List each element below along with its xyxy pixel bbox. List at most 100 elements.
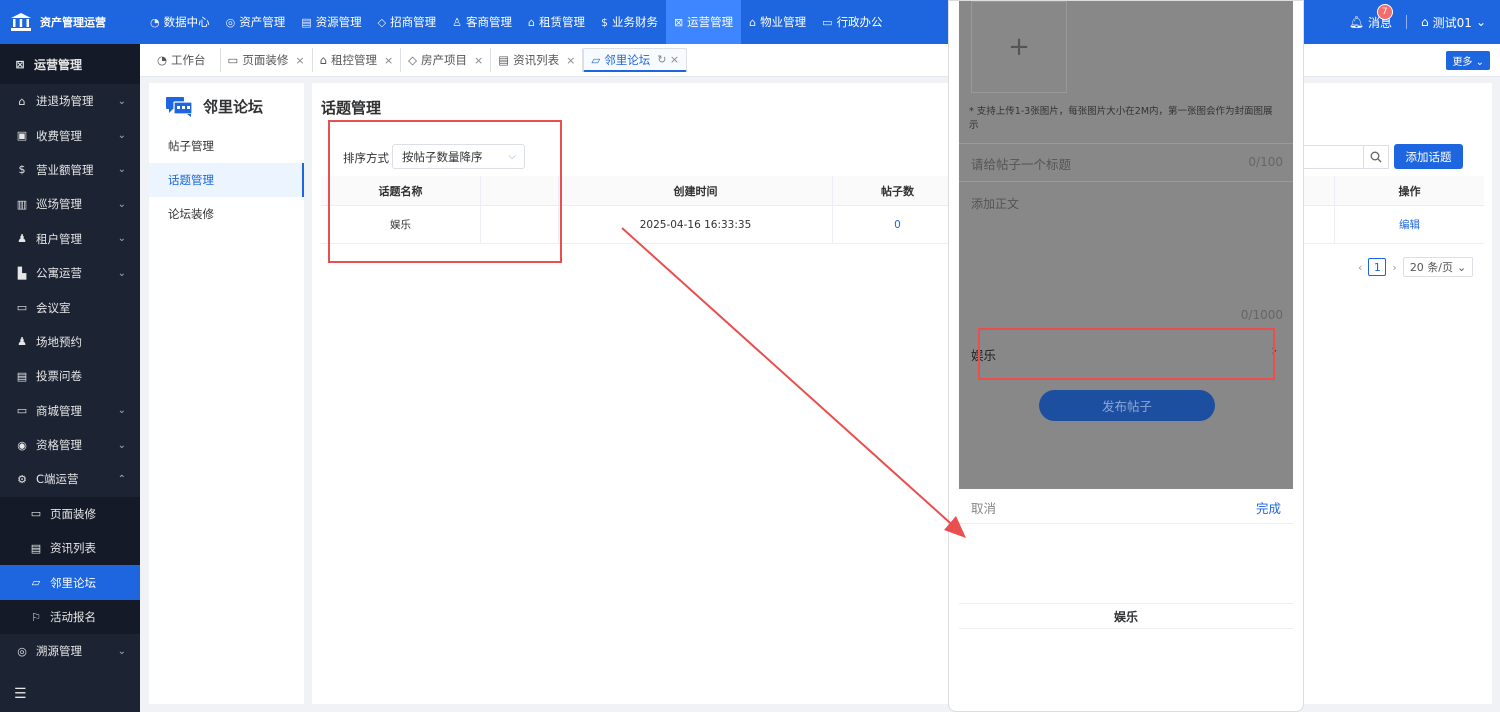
close-icon[interactable]: × [566,54,575,67]
operations-icon: ⊠ [15,57,25,71]
tab-label: 资讯列表 [513,53,560,67]
page-title: 话题管理 [321,99,382,117]
tab-label: 工作台 [171,53,206,67]
topic-created: 2025-04-16 16:33:35 [559,206,833,243]
topnav-asset[interactable]: ◎ 资产管理 [218,0,294,44]
collapse-menu-icon[interactable]: ☰ [14,686,27,702]
sidebar-item[interactable]: ▥ 巡场管理 ⌄ [0,187,140,221]
brand[interactable]: 资产管理运营 [0,0,140,44]
topnav-admin[interactable]: ▭ 行政办公 [814,0,890,44]
picker-done-button[interactable]: 完成 [1256,498,1281,517]
topnav-lease[interactable]: ⌂ 租赁管理 [520,0,593,44]
topnav-merchant[interactable]: ♙ 客商管理 [444,0,520,44]
sidebar-item[interactable]: ▙ 公寓运营 ⌄ [0,256,140,290]
messages-button[interactable]: 🔔︎ 消息 7 [1349,3,1393,31]
page-number[interactable]: 1 [1368,258,1387,276]
nav-topic-management[interactable]: 话题管理 [149,163,304,197]
sidebar-item[interactable]: ⚙ C端运营 ⌃ [0,462,140,496]
sidebar-item[interactable]: ▭ 会议室 [0,290,140,324]
picker-cancel-button[interactable]: 取消 [971,498,996,517]
chevron-icon: ⌄ [117,198,126,210]
divider [959,143,1293,144]
nav-forum-decoration[interactable]: 论坛装修 [149,197,304,231]
sidebar-subitem[interactable]: ▤ 资讯列表 [0,531,140,566]
tab-label: 页面装修 [242,53,289,67]
post-body-input[interactable]: 添加正文 [971,195,1019,212]
sidebar-item[interactable]: ♟ 租户管理 ⌄ [0,222,140,256]
next-page-icon[interactable]: › [1392,261,1396,274]
user-menu[interactable]: ⌂ 测试01 ⌄ [1421,14,1486,31]
more-tabs-button[interactable]: 更多 ⌄ [1446,51,1490,70]
upload-tip: * 支持上传1-3张图片，每张图片大小在2M内，第一张图会作为封面图展示 [969,106,1273,131]
post-title-input[interactable]: 请给帖子一个标题 [971,154,1071,173]
picker-option[interactable]: 娱乐 [959,603,1293,629]
page-size-select[interactable]: 20 条/页 ⌄ [1402,257,1474,277]
sidebar-subitem[interactable]: ▭ 页面装修 [0,496,140,532]
institution-icon: ⌂ [1421,15,1429,29]
map-icon: ▥ [16,197,28,211]
dashboard-icon: ◔ [150,15,160,29]
topnav-investment[interactable]: ◇ 招商管理 [370,0,444,44]
news-icon: ▤ [498,53,510,67]
cube-icon: ◎ [225,15,236,29]
topnav-data-center[interactable]: ◔ 数据中心 [142,0,218,44]
tab[interactable]: ⌂ 租控管理 × [313,48,402,72]
sidebar-item[interactable]: ♟ 场地预约 [0,325,140,359]
sidebar-item[interactable]: ▣ 收费管理 ⌄ [0,118,140,152]
tag-icon: ◇ [377,15,387,29]
close-icon[interactable]: × [384,54,393,67]
topnav-resource[interactable]: ▤ 资源管理 [293,0,369,44]
forum-title: 邻里论坛 [149,83,304,129]
divider [959,181,1293,182]
sidebar-item-label: 投票问卷 [36,369,82,384]
tab[interactable]: ▤ 资讯列表 × [491,48,584,72]
tab[interactable]: ◔ 工作台 [150,48,221,72]
entry-exit-icon: ⌂ [18,94,26,108]
sidebar-item[interactable]: ▤ 投票问卷 [0,359,140,393]
top-nav: ◔ 数据中心 ◎ 资产管理 ▤ 资源管理 ◇ 招商管理 ♙ 客商管理 ⌂ 租赁管理 $ 业务财… [142,0,891,44]
chat-bubbles-icon [166,97,193,117]
tab[interactable]: ▱ 邻里论坛 ↻ × [583,48,688,72]
sidebar-item-label: 租户管理 [36,231,82,246]
sidebar-item[interactable]: ⌂ 进退场管理 ⌄ [0,84,140,118]
page-size-value: 20 条/页 [1409,261,1454,274]
sidebar-item[interactable]: ◎ 溯源管理 ⌄ [0,634,140,668]
sidebar-item-label: 进退场管理 [36,94,94,109]
sidebar-item-label: 页面装修 [50,506,96,521]
vote-icon: ▤ [16,369,28,383]
topnav-label: 租赁管理 [538,15,585,29]
topnav-property[interactable]: ⌂ 物业管理 [741,0,814,44]
sidebar-item[interactable]: $ 营业额管理 ⌄ [0,153,140,187]
chevron-icon: ⌄ [117,645,126,657]
chevron-icon: ⌄ [117,164,126,176]
billing-icon: ▣ [16,129,28,143]
topnav-operations[interactable]: ⊠ 运营管理 [665,0,742,44]
sidebar-item-label: C端运营 [36,472,79,487]
layers-icon: ◇ [408,53,418,67]
publish-post-button[interactable]: 发布帖子 [1039,390,1215,421]
prev-page-icon[interactable]: ‹ [1358,261,1362,274]
close-icon[interactable]: × [474,54,483,67]
upload-image-button[interactable]: + [971,1,1067,93]
tab[interactable]: ◇ 房产项目 × [401,48,492,72]
title-char-count: 0/100 [1248,155,1283,169]
sidebar-item-label: 活动报名 [50,610,96,625]
add-topic-button[interactable]: 添加话题 [1394,144,1463,169]
close-icon[interactable]: ↻ × [657,53,679,66]
edit-link[interactable]: 编辑 [1335,206,1484,243]
building-icon: ▤ [301,15,312,29]
page-icon: ▭ [30,507,42,521]
settings-icon: ⚙ [17,472,27,486]
sidebar-subitem[interactable]: ⚐ 活动报名 [0,599,140,635]
sidebar-subitem[interactable]: ▱ 邻里论坛 [0,565,140,600]
tab[interactable]: ▭ 页面装修 × [221,48,313,72]
col-created-time: 创建时间 [559,176,833,205]
sidebar-item[interactable]: ◉ 资格管理 ⌄ [0,428,140,462]
topic-post-count[interactable]: 0 [833,206,963,243]
col-post-count: 帖子数 [833,176,963,205]
search-icon[interactable] [1363,145,1389,169]
close-icon[interactable]: × [295,54,304,67]
topnav-finance[interactable]: $ 业务财务 [593,0,666,44]
sidebar-item[interactable]: ▭ 商城管理 ⌄ [0,394,140,428]
nav-post-management[interactable]: 帖子管理 [149,129,304,163]
